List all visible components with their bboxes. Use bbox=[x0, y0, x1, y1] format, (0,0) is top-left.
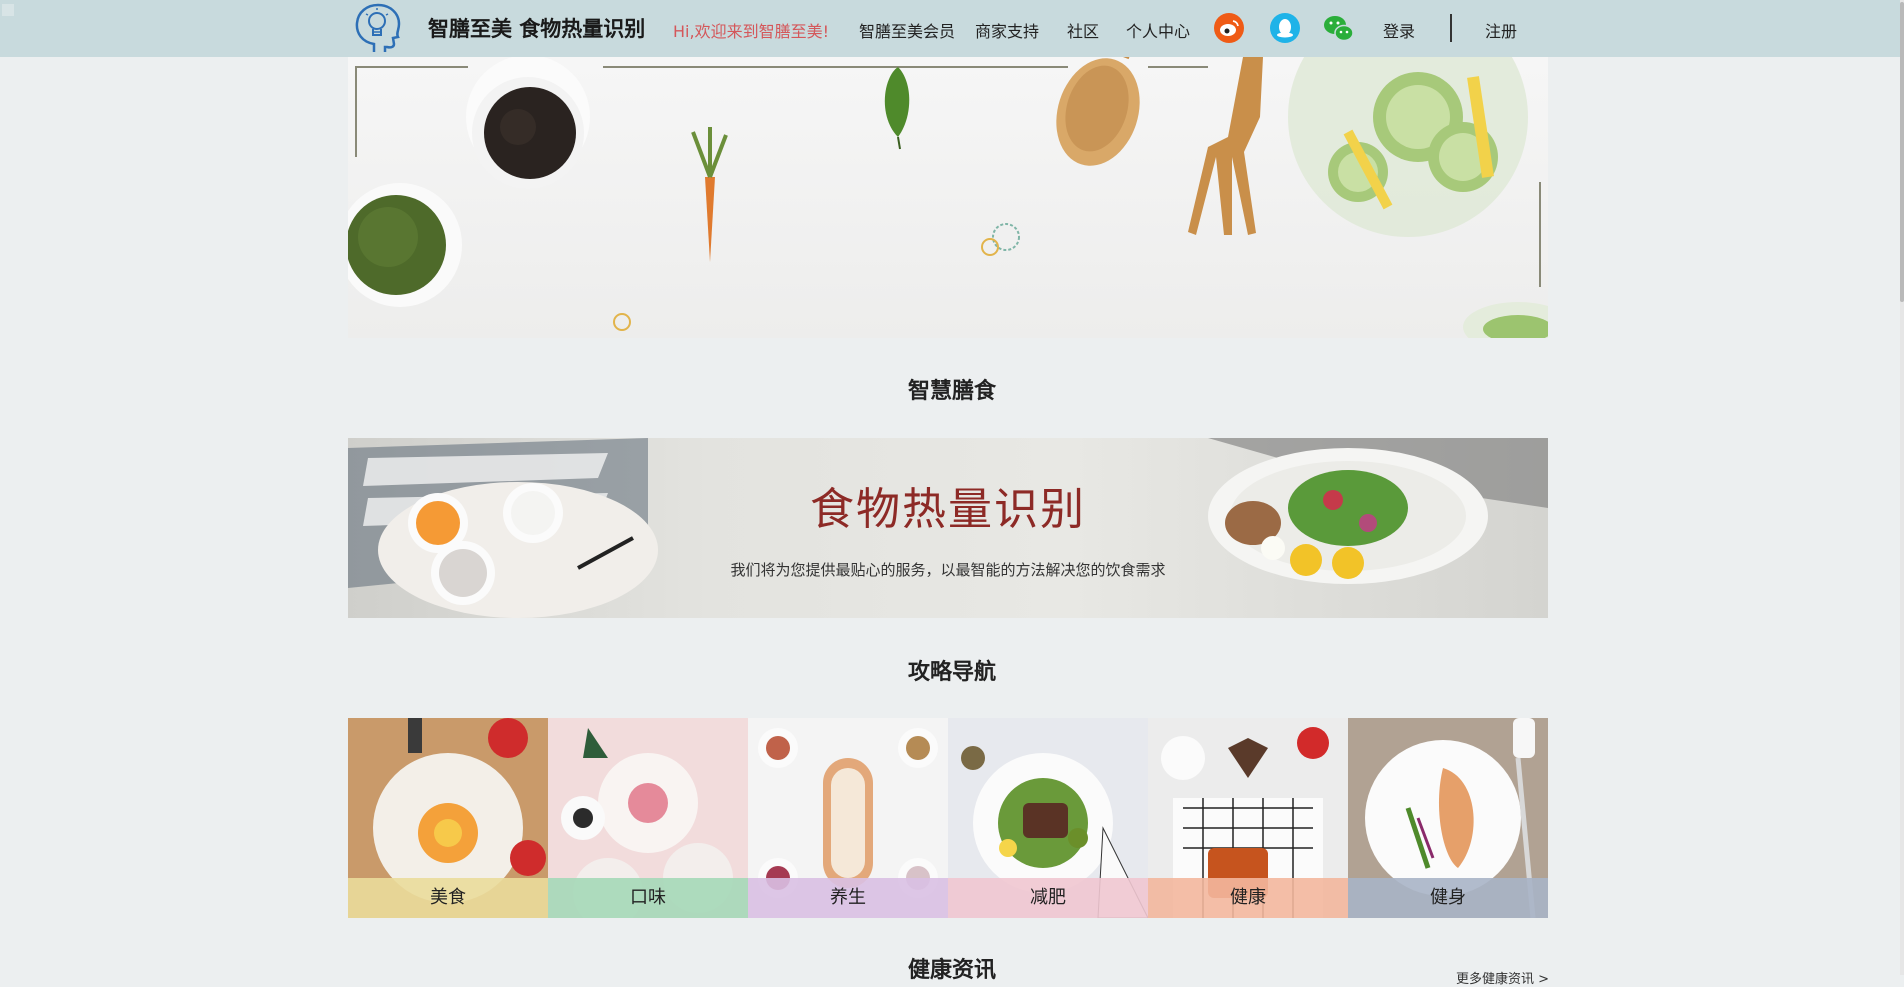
guide-tile-label: 健康 bbox=[1148, 878, 1348, 918]
hero-illustration bbox=[348, 57, 1548, 338]
guide-tile-health[interactable]: 健康 bbox=[1148, 718, 1348, 918]
guide-tile-fitness[interactable]: 健身 bbox=[1348, 718, 1548, 918]
site-title[interactable]: 智膳至美 食物热量识别 bbox=[428, 13, 645, 43]
page-corner-marker bbox=[2, 4, 14, 16]
food-calorie-banner[interactable]: 食物热量识别 我们将为您提供最贴心的服务，以最智能的方法解决您的饮食需求 bbox=[348, 438, 1548, 618]
nav-divider bbox=[1450, 14, 1452, 42]
banner-subtitle: 我们将为您提供最贴心的服务，以最智能的方法解决您的饮食需求 bbox=[730, 561, 1166, 579]
register-link[interactable]: 注册 bbox=[1485, 18, 1517, 42]
nav-community[interactable]: 社区 bbox=[1067, 18, 1099, 42]
top-nav-bar: 智膳至美 食物热量识别 Hi,欢迎来到智膳至美! 智膳至美会员 商家支持 社区 … bbox=[0, 0, 1904, 57]
guide-tile-food[interactable]: 美食 bbox=[348, 718, 548, 918]
guide-tile-label: 减肥 bbox=[948, 878, 1148, 918]
qq-icon[interactable] bbox=[1270, 13, 1300, 43]
nav-personal-center[interactable]: 个人中心 bbox=[1126, 18, 1190, 42]
nav-membership[interactable]: 智膳至美会员 bbox=[859, 18, 955, 42]
guide-tile-label: 口味 bbox=[548, 878, 748, 918]
head-lightbulb-icon[interactable] bbox=[352, 2, 404, 56]
guide-tile-label: 健身 bbox=[1348, 878, 1548, 918]
guide-tile-label: 养生 bbox=[748, 878, 948, 918]
section-title-guide-nav: 攻略导航 bbox=[907, 660, 996, 685]
banner-title: 食物热量识别 bbox=[810, 484, 1086, 535]
guide-tile-weight-loss[interactable]: 减肥 bbox=[948, 718, 1148, 918]
more-health-news-link[interactable]: 更多健康资讯 > bbox=[1456, 968, 1549, 987]
welcome-message: Hi,欢迎来到智膳至美! bbox=[673, 22, 829, 41]
section-title-smart-diet: 智慧膳食 bbox=[907, 379, 996, 404]
page-scrollbar-thumb[interactable] bbox=[1900, 2, 1904, 302]
guide-tile-wellness[interactable]: 养生 bbox=[748, 718, 948, 918]
section-title-health-news: 健康资讯 bbox=[907, 958, 996, 983]
guide-tile-label: 美食 bbox=[348, 878, 548, 918]
hero-banner bbox=[348, 57, 1548, 338]
login-link[interactable]: 登录 bbox=[1383, 18, 1415, 42]
weibo-icon[interactable] bbox=[1214, 13, 1244, 43]
wechat-icon[interactable] bbox=[1322, 12, 1356, 44]
nav-merchant-support[interactable]: 商家支持 bbox=[975, 18, 1039, 42]
guide-tile-taste[interactable]: 口味 bbox=[548, 718, 748, 918]
guide-tiles: 美食 口味 养生 减肥 健康 健身 bbox=[348, 718, 1548, 918]
